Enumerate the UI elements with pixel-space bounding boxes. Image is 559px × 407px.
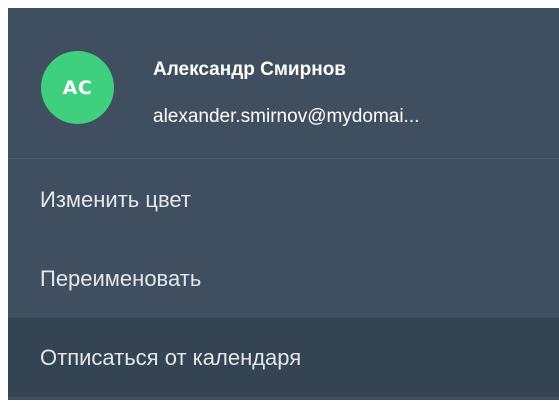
user-email: alexander.smirnov@mydomai... xyxy=(153,106,420,127)
rename-menu-item[interactable]: Переименовать xyxy=(8,239,559,318)
change-color-menu-item[interactable]: Изменить цвет xyxy=(8,160,559,239)
user-header: AC Александр Смирнов alexander.smirnov@m… xyxy=(8,8,559,159)
unsubscribe-calendar-menu-item[interactable]: Отписаться от календаря xyxy=(8,318,559,397)
calendar-context-menu: AC Александр Смирнов alexander.smirnov@m… xyxy=(8,8,559,400)
screen: AC Александр Смирнов alexander.smirnov@m… xyxy=(0,0,559,407)
avatar: AC xyxy=(41,51,114,124)
user-name: Александр Смирнов xyxy=(153,59,346,80)
